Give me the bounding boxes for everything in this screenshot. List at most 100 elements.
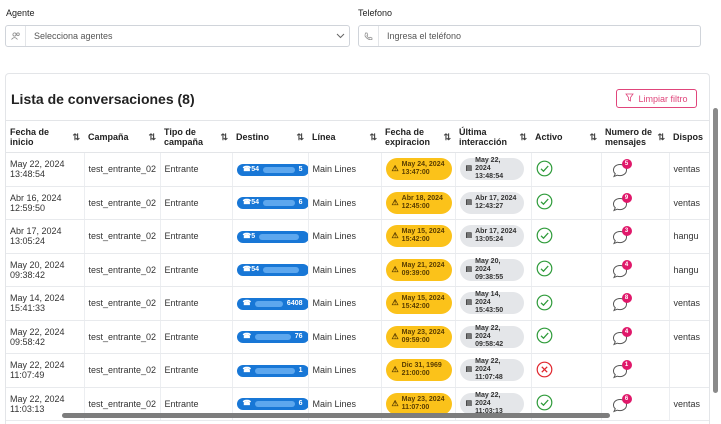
destination-prefix: 54 xyxy=(251,266,260,274)
chat-bubble-icon[interactable]: 5 xyxy=(612,159,632,178)
warning-icon: ⚠ xyxy=(391,298,399,308)
last-interaction-pill: ▤ Abr 17, 2024 13:05:24 xyxy=(459,225,524,248)
chat-bubble-icon[interactable]: 6 xyxy=(612,393,632,413)
campaign-cell: test_entrante_02 xyxy=(84,219,161,254)
warning-icon: ⚠ xyxy=(391,197,399,207)
column-header[interactable]: Dispos xyxy=(669,120,709,153)
column-header-label: Fecha de expiracion xyxy=(385,126,431,147)
chat-bubble-icon[interactable]: 4 xyxy=(612,326,632,346)
destination-pill[interactable]: ☎ 1 xyxy=(236,364,307,377)
message-count-badge: 8 xyxy=(621,293,632,304)
start-date-cell: May 14, 2024 15:41:33 xyxy=(6,286,85,321)
expiry-date: Abr 18, 2024 12:45:00 xyxy=(401,194,443,210)
column-header[interactable]: Numero de mensajes ⇅ xyxy=(601,120,669,153)
sort-icon[interactable]: ⇅ xyxy=(589,132,597,142)
destination-pill[interactable]: ☎ 54 5 xyxy=(236,163,307,176)
expiry-pill: ⚠ Abr 18, 2024 12:45:00 xyxy=(385,191,452,214)
clear-filter-button[interactable]: Limpiar filtro xyxy=(616,89,697,108)
table-row[interactable]: May 22, 2024 13:48:54 test_entrante_02 Ent… xyxy=(6,152,709,187)
active-cell xyxy=(531,286,602,321)
table-row[interactable]: Abr 17, 2024 13:05:24 test_entrante_02 Ent… xyxy=(6,219,709,254)
chat-bubble-icon[interactable]: 3 xyxy=(612,226,632,245)
sort-icon[interactable]: ⇅ xyxy=(519,132,527,142)
column-header[interactable]: Tipo de campaña ⇅ xyxy=(160,120,232,153)
chevron-down-icon xyxy=(331,31,349,41)
line-cell: Main Lines xyxy=(308,320,382,354)
last-interaction-cell: ▤ May 22, 2024 09:58:42 xyxy=(455,320,532,354)
table-row[interactable]: May 22, 2024 09:58:42 test_entrante_02 Ent… xyxy=(6,320,709,354)
message-count-badge: 6 xyxy=(621,393,632,404)
redacted-number xyxy=(255,367,295,374)
expiry-pill: ⚠ May 15, 2024 15:42:00 xyxy=(385,225,452,248)
campaign-name: test_entrante_02 xyxy=(88,264,157,275)
destination-pill[interactable]: ☎ 54 xyxy=(236,264,307,277)
table-row[interactable]: May 14, 2024 15:41:33 test_entrante_02 Ent… xyxy=(6,286,709,321)
redacted-number xyxy=(263,267,299,274)
campaign-cell: test_entrante_02 xyxy=(84,286,161,321)
sort-icon[interactable]: ⇅ xyxy=(220,132,228,142)
start-date: May 22, 2024 11:07:49 xyxy=(10,360,65,381)
agent-select[interactable]: Selecciona agentes xyxy=(5,25,350,47)
last-interaction-date: May 22, 2024 09:58:42 xyxy=(475,324,504,348)
phone-input[interactable]: Ingresa el teléfono xyxy=(358,25,701,47)
phone-input-placeholder: Ingresa el teléfono xyxy=(387,31,462,41)
campaign-name: test_entrante_02 xyxy=(88,298,157,309)
destination-pill[interactable]: ☎ 6 xyxy=(236,398,307,411)
column-header[interactable]: Línea ⇅ xyxy=(308,120,381,153)
expiry-date: May 24, 2024 13:47:00 xyxy=(401,161,445,177)
destination-pill[interactable]: ☎ 76 xyxy=(236,331,307,344)
expiry-cell: ⚠ Dic 31, 1969 21:00:00 xyxy=(381,353,456,388)
line-name: Main Lines xyxy=(312,398,357,409)
filter-icon xyxy=(625,93,635,104)
sort-icon[interactable]: ⇅ xyxy=(296,132,304,142)
messages-cell: 9 xyxy=(601,186,670,220)
column-header-label: Tipo de campaña xyxy=(164,126,204,147)
disposition-cell: ventas xyxy=(669,320,709,354)
phone-icon: ☎ xyxy=(242,400,252,408)
chat-bubble-icon[interactable]: 8 xyxy=(612,293,632,312)
sort-icon[interactable]: ⇅ xyxy=(369,132,377,142)
sort-icon[interactable]: ⇅ xyxy=(148,132,156,142)
horizontal-scrollbar[interactable] xyxy=(62,413,610,418)
table-row[interactable]: May 20, 2024 09:38:42 test_entrante_02 Ent… xyxy=(6,253,709,287)
disposition-cell: hangu xyxy=(669,219,709,254)
column-header[interactable]: Campaña ⇅ xyxy=(84,120,160,153)
destination-cell: ☎ 76 xyxy=(232,320,309,354)
line-name: Main Lines xyxy=(312,264,357,275)
destination-pill[interactable]: ☎ 5 xyxy=(236,230,307,243)
column-header[interactable]: Activo ⇅ xyxy=(531,120,601,153)
destination-pill[interactable]: ☎ 54 6 xyxy=(236,197,307,210)
campaign-type: Entrante xyxy=(164,331,199,342)
campaign-name: test_entrante_02 xyxy=(88,231,157,242)
phone-icon: ☎ xyxy=(242,232,252,240)
expiry-date: Dic 31, 1969 21:00:00 xyxy=(401,362,442,378)
column-header[interactable]: Fecha de inicio ⇅ xyxy=(6,120,84,153)
column-header[interactable]: Destino ⇅ xyxy=(232,120,308,153)
vertical-scrollbar[interactable] xyxy=(713,108,718,393)
start-date-cell: Abr 17, 2024 13:05:24 xyxy=(6,219,85,254)
active-cell xyxy=(531,253,602,287)
sort-icon[interactable]: ⇅ xyxy=(443,132,451,142)
calendar-icon: ▤ xyxy=(465,265,473,273)
chat-bubble-icon[interactable]: 1 xyxy=(612,360,632,379)
chat-bubble-icon[interactable]: 4 xyxy=(612,259,632,279)
table-row[interactable]: Abr 16, 2024 12:59:50 test_entrante_02 Ent… xyxy=(6,186,709,220)
agent-label: Agente xyxy=(6,8,35,18)
expiry-date: May 15, 2024 15:42:00 xyxy=(401,295,445,311)
campaign-cell: test_entrante_02 xyxy=(84,253,161,287)
type-cell: Entrante xyxy=(160,152,233,187)
sort-icon[interactable]: ⇅ xyxy=(657,132,665,142)
table-row[interactable]: May 22, 2024 11:07:49 test_entrante_02 Ent… xyxy=(6,353,709,388)
column-header[interactable]: Última interacción ⇅ xyxy=(455,120,531,153)
phone-icon xyxy=(359,26,379,46)
destination-pill[interactable]: ☎ 6408 xyxy=(236,297,307,310)
column-header[interactable]: Fecha de expiracion ⇅ xyxy=(381,120,455,153)
sort-icon[interactable]: ⇅ xyxy=(72,132,80,142)
column-header-label: Activo xyxy=(535,131,563,142)
expiry-cell: ⚠ May 23, 2024 09:59:00 xyxy=(381,320,456,354)
campaign-cell: test_entrante_02 xyxy=(84,320,161,354)
conversations-table-wrap: Fecha de inicio ⇅ Campaña ⇅ Tipo de campaña ⇅… xyxy=(6,120,709,424)
check-circle-icon xyxy=(536,294,553,313)
line-cell: Main Lines xyxy=(308,353,382,388)
chat-bubble-icon[interactable]: 9 xyxy=(612,192,632,212)
